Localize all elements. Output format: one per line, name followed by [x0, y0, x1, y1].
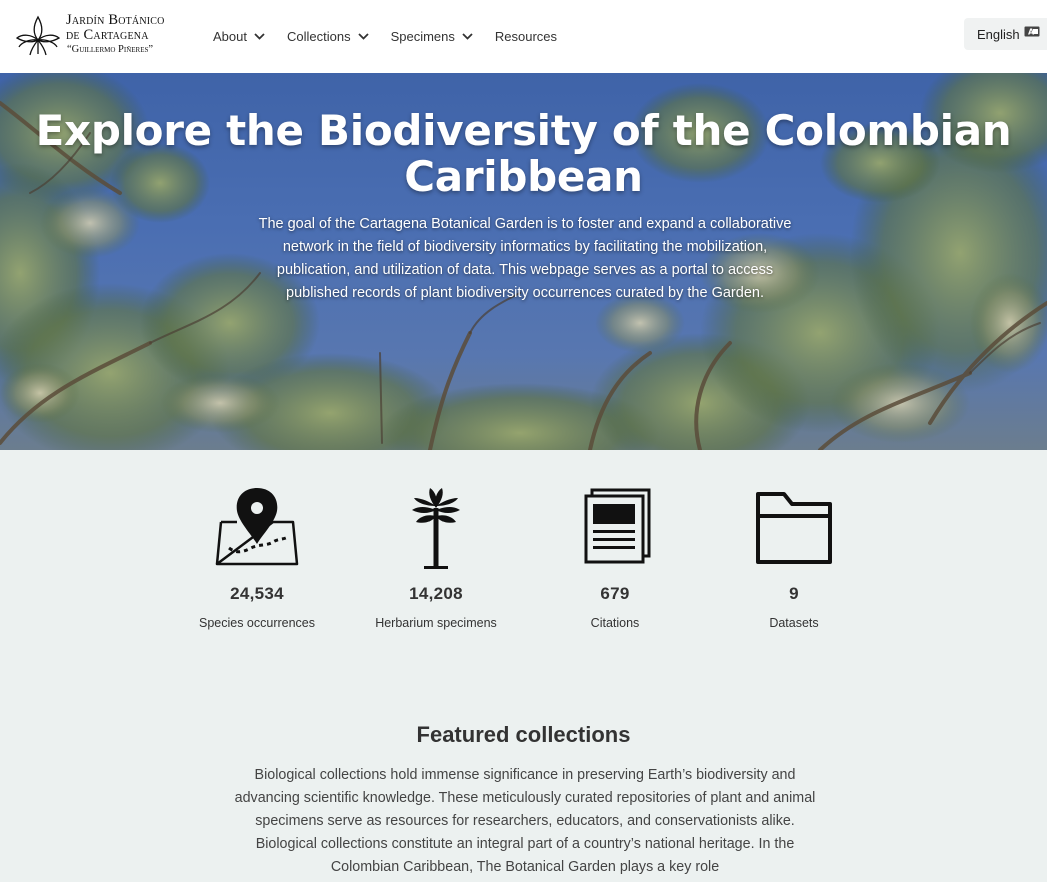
main-nav: About Collections Specimens Resources [213, 0, 579, 73]
stat-label: Herbarium specimens [375, 616, 497, 630]
language-icon: A [1024, 26, 1040, 37]
hero-banner: Explore the Biodiversity of the Colombia… [0, 73, 1047, 450]
chevron-down-icon [254, 33, 265, 40]
hero-title: Explore the Biodiversity of the Colombia… [35, 106, 1012, 201]
nav-item-about[interactable]: About [213, 29, 265, 44]
stat-citations[interactable]: 679 Citations [525, 486, 705, 630]
map-pin-icon [215, 488, 299, 566]
orchid-logo-icon [16, 15, 60, 56]
logo-line-2: de Cartagena [66, 27, 149, 43]
stat-label: Datasets [769, 616, 819, 630]
stat-label: Species occurrences [198, 616, 316, 630]
logo-text: Jardín Botánico de Cartagena “Guillermo … [66, 13, 165, 56]
documents-icon [584, 488, 651, 564]
nav-item-resources[interactable]: Resources [495, 29, 557, 44]
nav-item-specimens[interactable]: Specimens [391, 29, 473, 44]
nav-item-label: About [213, 29, 247, 44]
featured-collections-text: Biological collections hold immense sign… [234, 767, 816, 875]
stat-datasets[interactable]: 9 Datasets [704, 486, 884, 630]
nav-item-label: Specimens [390, 29, 455, 44]
chevron-down-icon [462, 33, 473, 40]
folder-icon [756, 492, 832, 564]
stat-label: Citations [590, 616, 640, 630]
logo-line-3: “Guillermo Piñeres” [67, 44, 154, 55]
nav-item-label: Collections [286, 29, 351, 44]
logo-line-1: Jardín Botánico [66, 12, 165, 28]
chevron-down-icon [357, 33, 369, 40]
language-label: English [977, 26, 1020, 42]
hero-description: The goal of the Cartagena Botanical Gard… [258, 216, 792, 301]
stats-section: 24,534 Species occurrences 14,208 Herbar… [0, 450, 1047, 670]
palm-tree-icon [412, 488, 460, 569]
stat-herbarium-specimens[interactable]: 14,208 Herbarium specimens [346, 486, 526, 630]
nav-item-collections[interactable]: Collections [287, 29, 369, 44]
stat-value: 9 [789, 584, 799, 603]
stat-species-occurrences[interactable]: 24,534 Species occurrences [167, 486, 347, 630]
site-header: Jardín Botánico de Cartagena “Guillermo … [0, 0, 1047, 73]
nav-item-label: Resources [494, 29, 558, 44]
featured-collections-heading: Featured collections [416, 722, 631, 747]
language-selector-button[interactable]: English A [964, 18, 1047, 50]
stat-value: 679 [600, 584, 630, 603]
stat-value: 14,208 [409, 584, 463, 603]
stat-value: 24,534 [230, 584, 284, 603]
site-logo[interactable]: Jardín Botánico de Cartagena “Guillermo … [16, 13, 165, 58]
